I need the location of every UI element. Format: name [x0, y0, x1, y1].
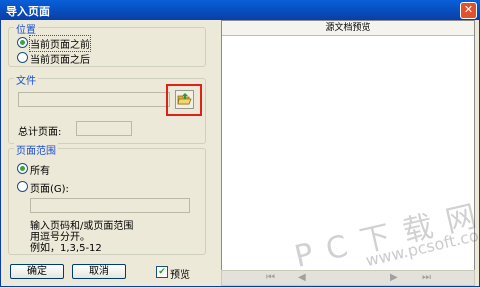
page-range-legend: 页面范围 [14, 142, 58, 157]
position-legend: 位置 [14, 21, 38, 36]
file-path-field[interactable] [18, 92, 170, 107]
radio-all-pages[interactable] [17, 163, 28, 174]
range-hint-line-3: 例如，1,3,5-12 [30, 243, 102, 254]
preview-checkbox[interactable]: ✔ [156, 266, 168, 278]
ok-button[interactable]: 确定 [10, 264, 64, 279]
window-title: 导入页面 [6, 5, 50, 18]
radio-after-current[interactable] [17, 52, 28, 63]
close-icon: ✕ [463, 3, 474, 16]
highlight-box [166, 84, 202, 116]
total-pages-label: 总计页面: [18, 127, 62, 138]
radio-page-range[interactable] [17, 181, 28, 192]
radio-pages-label: 页面(G): [30, 184, 69, 195]
radio-after-label: 当前页面之后 [30, 55, 90, 66]
page-range-input[interactable] [30, 198, 190, 213]
radio-before-label: 当前页面之前 [29, 35, 91, 52]
preview-nav-bar: ⏮ ◀ ▶ ⏭ [221, 270, 475, 286]
last-page-icon[interactable]: ⏭ [422, 272, 431, 283]
cancel-button[interactable]: 取消 [72, 264, 126, 279]
next-page-icon[interactable]: ▶ [390, 272, 398, 283]
radio-before-current[interactable] [17, 37, 28, 48]
first-page-icon[interactable]: ⏮ [266, 272, 275, 283]
preview-header: 源文档预览 [222, 21, 474, 36]
preview-checkbox-label: 预览 [170, 270, 190, 281]
close-button[interactable]: ✕ [460, 2, 477, 19]
total-pages-field [76, 121, 132, 136]
title-bar: 导入页面 ✕ [0, 0, 480, 20]
radio-all-label: 所有 [30, 166, 50, 177]
file-legend: 文件 [14, 72, 38, 87]
